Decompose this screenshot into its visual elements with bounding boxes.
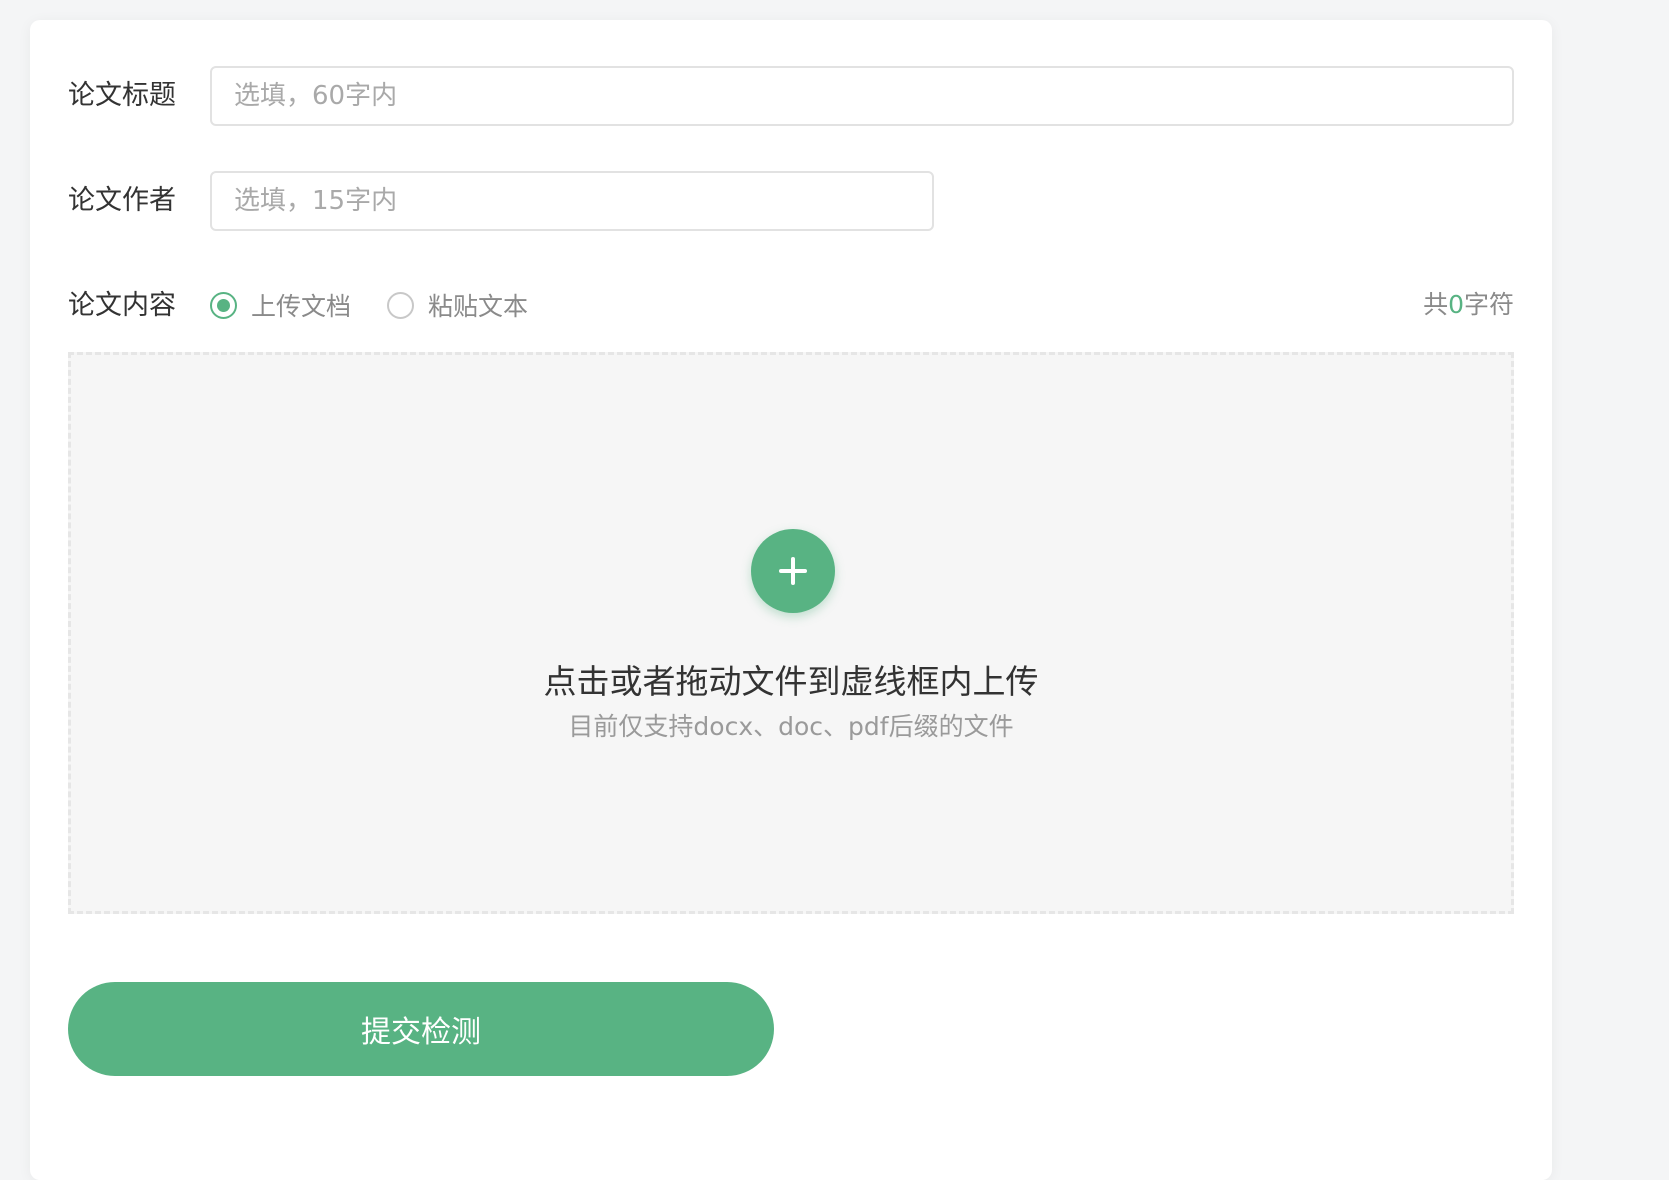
char-count-suffix: 字符 (1463, 290, 1514, 319)
title-label: 论文标题 (68, 80, 176, 111)
radio-paste-text[interactable]: 粘贴文本 (387, 287, 528, 323)
char-count-value: 0 (1448, 290, 1464, 319)
title-input[interactable] (212, 68, 1512, 124)
submit-button[interactable]: 提交检测 (68, 982, 774, 1076)
content-mode-group: 上传文档 粘贴文本 (210, 286, 528, 324)
upload-hint: 目前仅支持docx、doc、pdf后缀的文件 (568, 712, 1014, 741)
radio-upload-label: 上传文档 (251, 292, 352, 321)
radio-upload-document[interactable]: 上传文档 (210, 287, 351, 323)
char-count-prefix: 共 (1423, 290, 1449, 319)
content-label: 论文内容 (68, 290, 176, 321)
upload-title: 点击或者拖动文件到虚线框内上传 (543, 662, 1039, 701)
author-label: 论文作者 (68, 185, 176, 216)
form-card: 论文标题 论文作者 论文内容 上传文档 粘贴文本 共0字符 点击或者拖动文件到虚… (30, 20, 1552, 1180)
radio-unchecked-icon (387, 291, 415, 319)
plus-icon[interactable] (751, 529, 835, 613)
title-field-wrapper (210, 66, 1514, 126)
radio-checked-icon (210, 291, 237, 319)
char-count: 共0字符 (1423, 286, 1514, 324)
author-input[interactable] (212, 173, 932, 229)
upload-dropzone[interactable]: 点击或者拖动文件到虚线框内上传 目前仅支持docx、doc、pdf后缀的文件 (68, 352, 1514, 914)
author-field-wrapper (210, 171, 934, 231)
radio-paste-label: 粘贴文本 (428, 292, 529, 321)
